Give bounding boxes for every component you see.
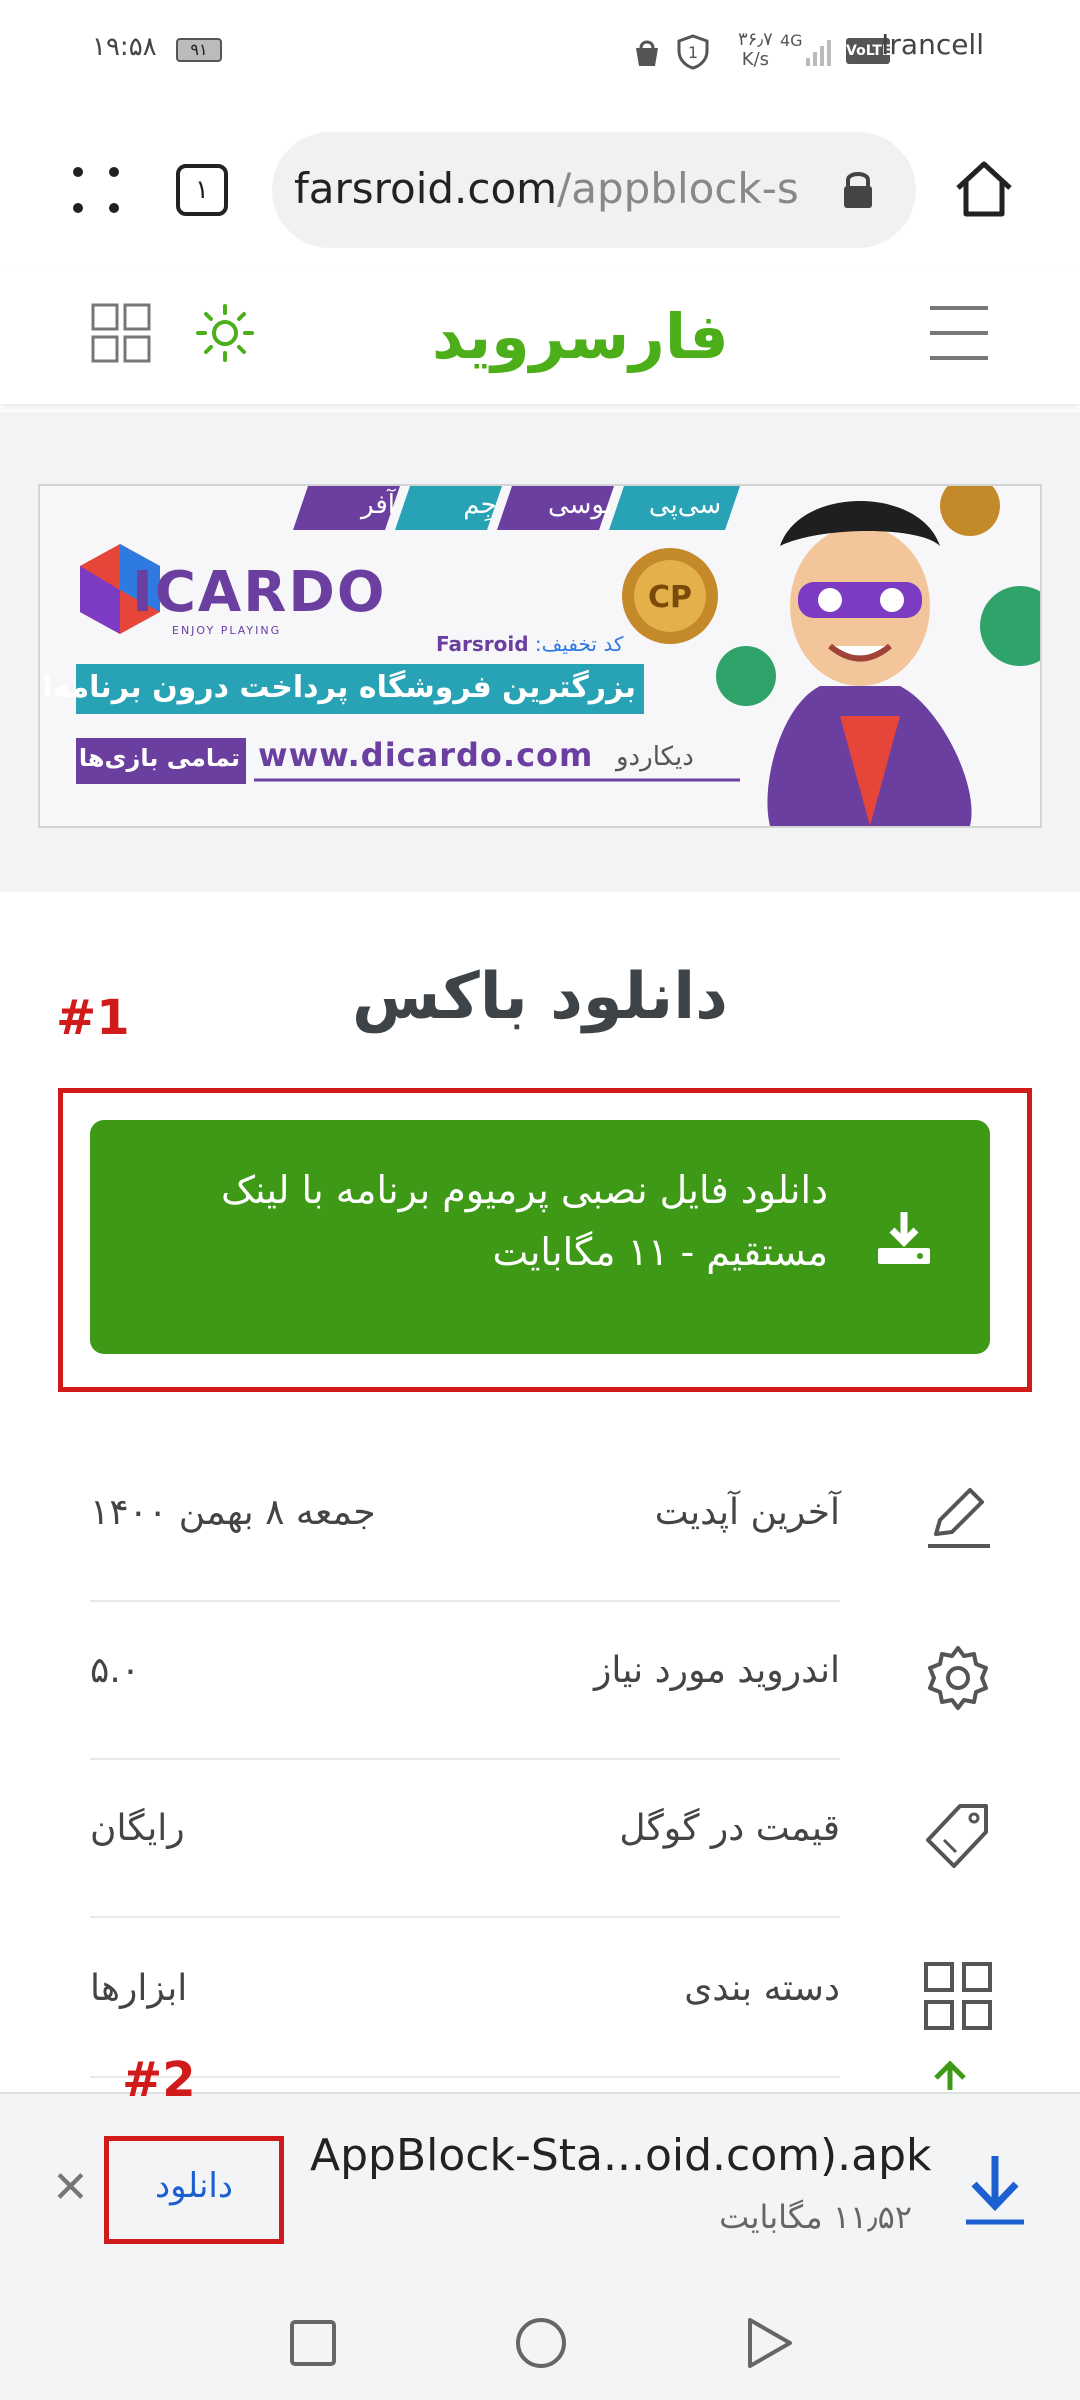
info-row-category: دسته بندی ابزارها [90,1918,840,2078]
sun-icon[interactable] [194,302,256,364]
banner-brand: ICARDO [132,560,387,625]
banner-artwork [40,486,1040,826]
menu-dots-icon[interactable] [60,154,132,226]
info-value: ۵.۰ [90,1650,141,1691]
address-bar[interactable]: farsroid.com/appblock-s [272,132,916,248]
tabs-button[interactable]: ۱ [176,164,228,216]
download-icon [878,1212,930,1264]
download-action-link[interactable]: دانلود [104,2166,284,2206]
shield-icon: 1 [677,34,709,70]
download-apk-button[interactable]: دانلود فایل نصبی پرمیوم برنامه با لینک م… [90,1120,990,1354]
svg-text:1: 1 [688,43,698,62]
site-logo[interactable]: فارسروید [432,300,729,373]
info-row-last-update: آخرین آپدیت جمعه ۸ بهمن ۱۴۰۰ [90,1442,840,1602]
grid-icon [924,1962,992,2030]
battery-icon: ۹۱ [176,38,222,62]
site-header: فارسروید [0,272,1080,404]
banner-tab-uc: یوسی [547,490,613,520]
lock-icon[interactable] [838,168,878,212]
browser-toolbar: ۱ farsroid.com/appblock-s [0,108,1080,272]
home-nav-icon[interactable] [514,2316,568,2370]
home-icon[interactable] [948,154,1020,226]
banner-tab-gem: جِم [463,490,497,520]
banner-all-games: تمامی بازی‌ها [78,744,240,772]
banner-tagline: ENJOY PLAYING [172,624,282,637]
info-label: آخرین آپدیت [654,1492,840,1533]
status-bar: ۱۹:۵۸ ۹۱ 1 ۳۶٫۷ K/s 4G VoLTE Irancell [0,0,1080,108]
download-button-line2: مستقیم - ۱۱ مگابایت [492,1230,828,1274]
info-row-price: قیمت در گوگل رایگان [90,1758,840,1918]
scroll-to-top-icon[interactable] [930,2060,970,2090]
info-label: قیمت در گوگل [619,1808,840,1849]
signal-icon [806,40,831,66]
shopping-bag-icon [636,40,658,66]
ad-banner-area: سی‌پی یوسی جِم آفر ICARDO ENJOY PLAYING … [0,412,1080,892]
download-arrow-icon[interactable] [962,2152,1028,2228]
pencil-icon [928,1488,990,1548]
back-icon[interactable] [744,2316,794,2370]
network-speed: ۳۶٫۷ K/s [738,29,773,70]
url-text: farsroid.com/appblock-s [294,164,799,213]
info-value: رایگان [90,1808,185,1849]
banner-brand-fa: دیکاردو [616,742,694,772]
ad-banner[interactable]: سی‌پی یوسی جِم آفر ICARDO ENJOY PLAYING … [38,484,1042,828]
price-tag-icon [926,1804,988,1868]
banner-tab-cp: سی‌پی [648,490,722,520]
banner-headline: بزرگترین فروشگاه پرداخت درون برنامه‌ای [38,670,636,705]
clock: ۱۹:۵۸ [92,32,157,62]
network-type: 4G [780,31,803,50]
system-nav-bar [0,2288,1080,2400]
info-row-android: اندروید مورد نیاز ۵.۰ [90,1600,840,1760]
carrier-name: Irancell [881,28,984,61]
info-value: جمعه ۸ بهمن ۱۴۰۰ [90,1492,376,1533]
close-icon[interactable]: ✕ [52,2162,89,2213]
annotation-2: #2 [122,2052,196,2108]
banner-discount: کد تخفیف: Farsroid [436,632,624,656]
page-title: دانلود باکس [352,960,728,1034]
banner-url: www.dicardo.com [258,736,594,774]
banner-tab-offer: آفر [361,490,395,520]
info-label: دسته بندی [684,1968,840,2009]
info-label: اندروید مورد نیاز [593,1650,840,1691]
recents-icon[interactable] [288,2318,338,2368]
apps-grid-icon[interactable] [90,302,152,364]
gear-icon [928,1646,988,1710]
info-value: ابزارها [90,1968,188,2009]
file-size: ۱۱٫۵۲ مگابایت [719,2198,912,2236]
annotation-1: #1 [56,990,130,1046]
banner-coin: CP [648,580,693,615]
file-name: AppBlock-Sta...oid.com).apk [310,2130,932,2181]
hamburger-menu-icon[interactable] [928,302,990,364]
download-button-line1: دانلود فایل نصبی پرمیوم برنامه با لینک [220,1168,828,1212]
